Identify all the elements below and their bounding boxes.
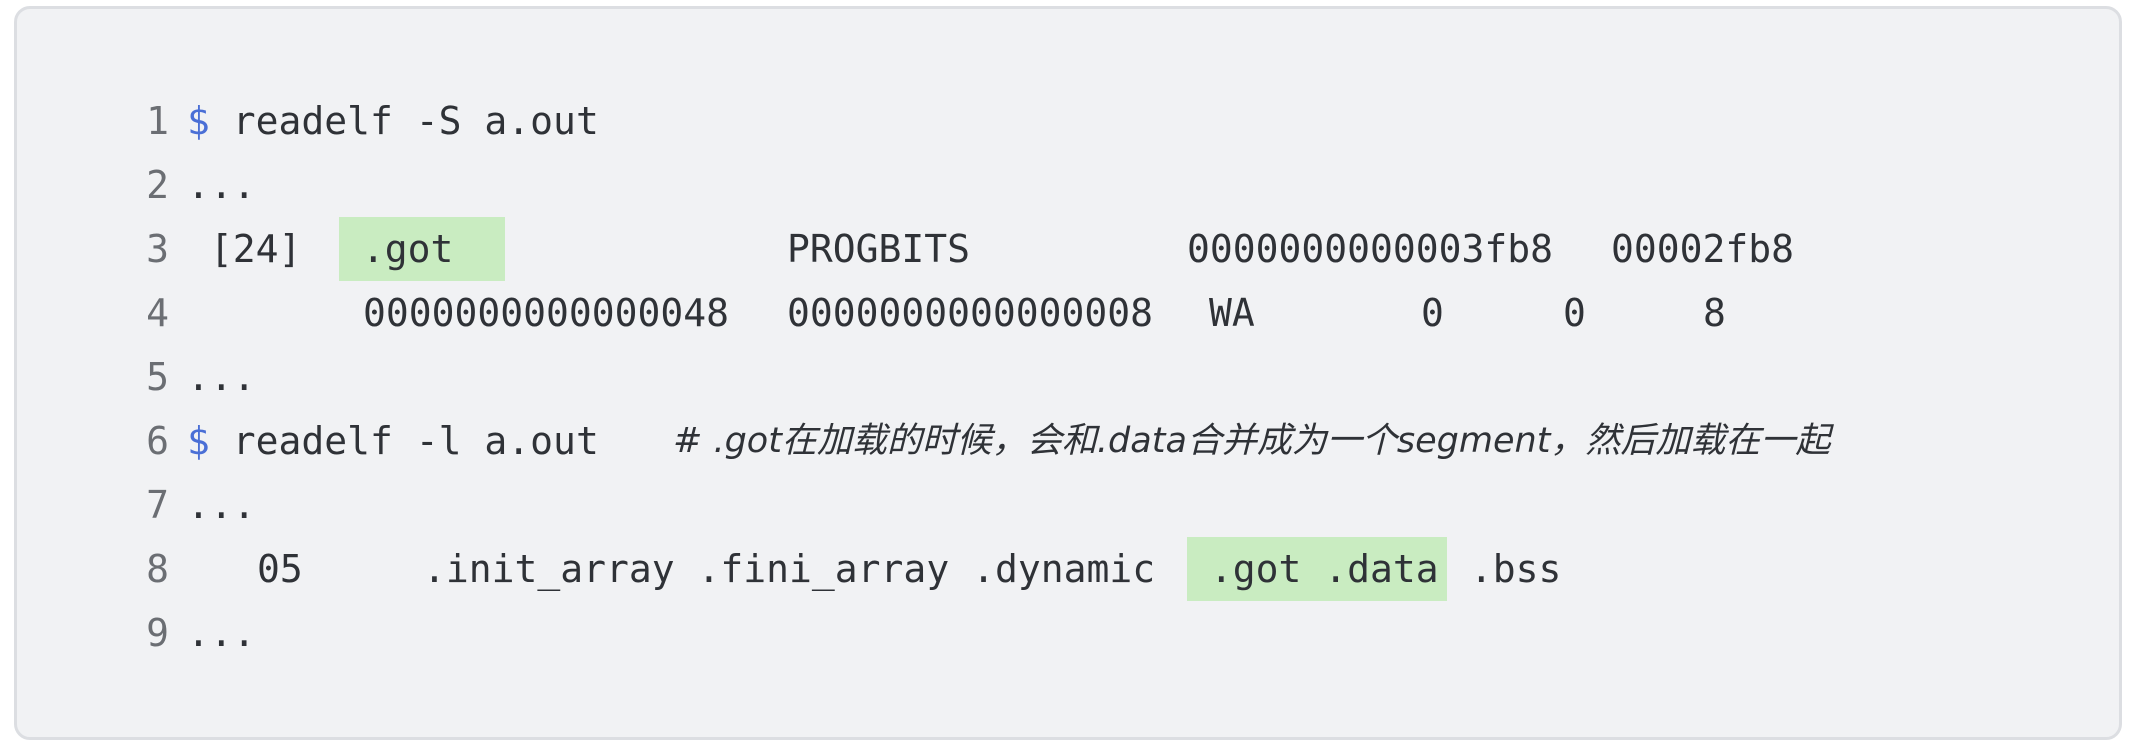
code-line-9: 9 ...: [17, 601, 2119, 665]
section-address: 0000000000003fb8: [1187, 227, 1554, 271]
section-type: PROGBITS: [787, 227, 971, 271]
segment-number: 05: [257, 547, 303, 591]
code-line-5: 5 ...: [17, 345, 2119, 409]
section-entsize: 0000000000000008: [787, 291, 1154, 335]
segment-sections-before: .init_array .fini_array .dynamic: [423, 547, 1156, 591]
section-align: 8: [1703, 291, 1726, 335]
code-block: 1 $ readelf -S a.out 2 ... 3 [24] .got P…: [14, 6, 2122, 740]
section-name-got: .got: [339, 227, 454, 271]
line-number: 2: [146, 163, 169, 207]
section-index: [24]: [187, 227, 302, 271]
ellipsis-text: ...: [187, 355, 256, 399]
line-number: 4: [146, 291, 169, 335]
ellipsis-text: ...: [187, 483, 256, 527]
shell-prompt: $: [187, 99, 210, 143]
ellipsis-text: ...: [187, 611, 256, 655]
line-number: 1: [146, 99, 169, 143]
command-text: readelf -l a.out: [209, 419, 599, 463]
segment-sections-after: .bss: [1447, 547, 1562, 591]
section-size: 0000000000000048: [363, 291, 730, 335]
shell-prompt: $: [187, 419, 210, 463]
line-number: 8: [146, 547, 169, 591]
line-content: $ readelf -l a.out: [187, 409, 599, 473]
section-link: 0: [1421, 291, 1444, 335]
code-line-8: 8 05 .init_array .fini_array .dynamic .g…: [17, 537, 2119, 601]
command-text: readelf -S a.out: [209, 99, 599, 143]
line-number: 6: [146, 419, 169, 463]
code-line-2: 2 ...: [17, 153, 2119, 217]
segment-sections-got-data: .got .data: [1187, 547, 1439, 591]
ellipsis-text: ...: [187, 163, 256, 207]
section-info: 0: [1563, 291, 1586, 335]
line-number: 7: [146, 483, 169, 527]
code-line-1: 1 $ readelf -S a.out: [17, 89, 2119, 153]
code-line-6: 6 $ readelf -l a.out # .got在加载的时候，会和.dat…: [17, 409, 2119, 473]
line-number: 9: [146, 611, 169, 655]
section-offset: 00002fb8: [1611, 227, 1795, 271]
code-line-4: 4 0000000000000048 0000000000000008 WA 0…: [17, 281, 2119, 345]
section-flags: WA: [1209, 291, 1255, 335]
line-number: 3: [146, 227, 169, 271]
code-line-3: 3 [24] .got PROGBITS 0000000000003fb8 00…: [17, 217, 2119, 281]
line-content: $ readelf -S a.out: [187, 89, 599, 153]
code-line-7: 7 ...: [17, 473, 2119, 537]
code-comment: # .got在加载的时候，会和.data合并成为一个segment，然后加载在一…: [673, 421, 1831, 461]
line-number: 5: [146, 355, 169, 399]
